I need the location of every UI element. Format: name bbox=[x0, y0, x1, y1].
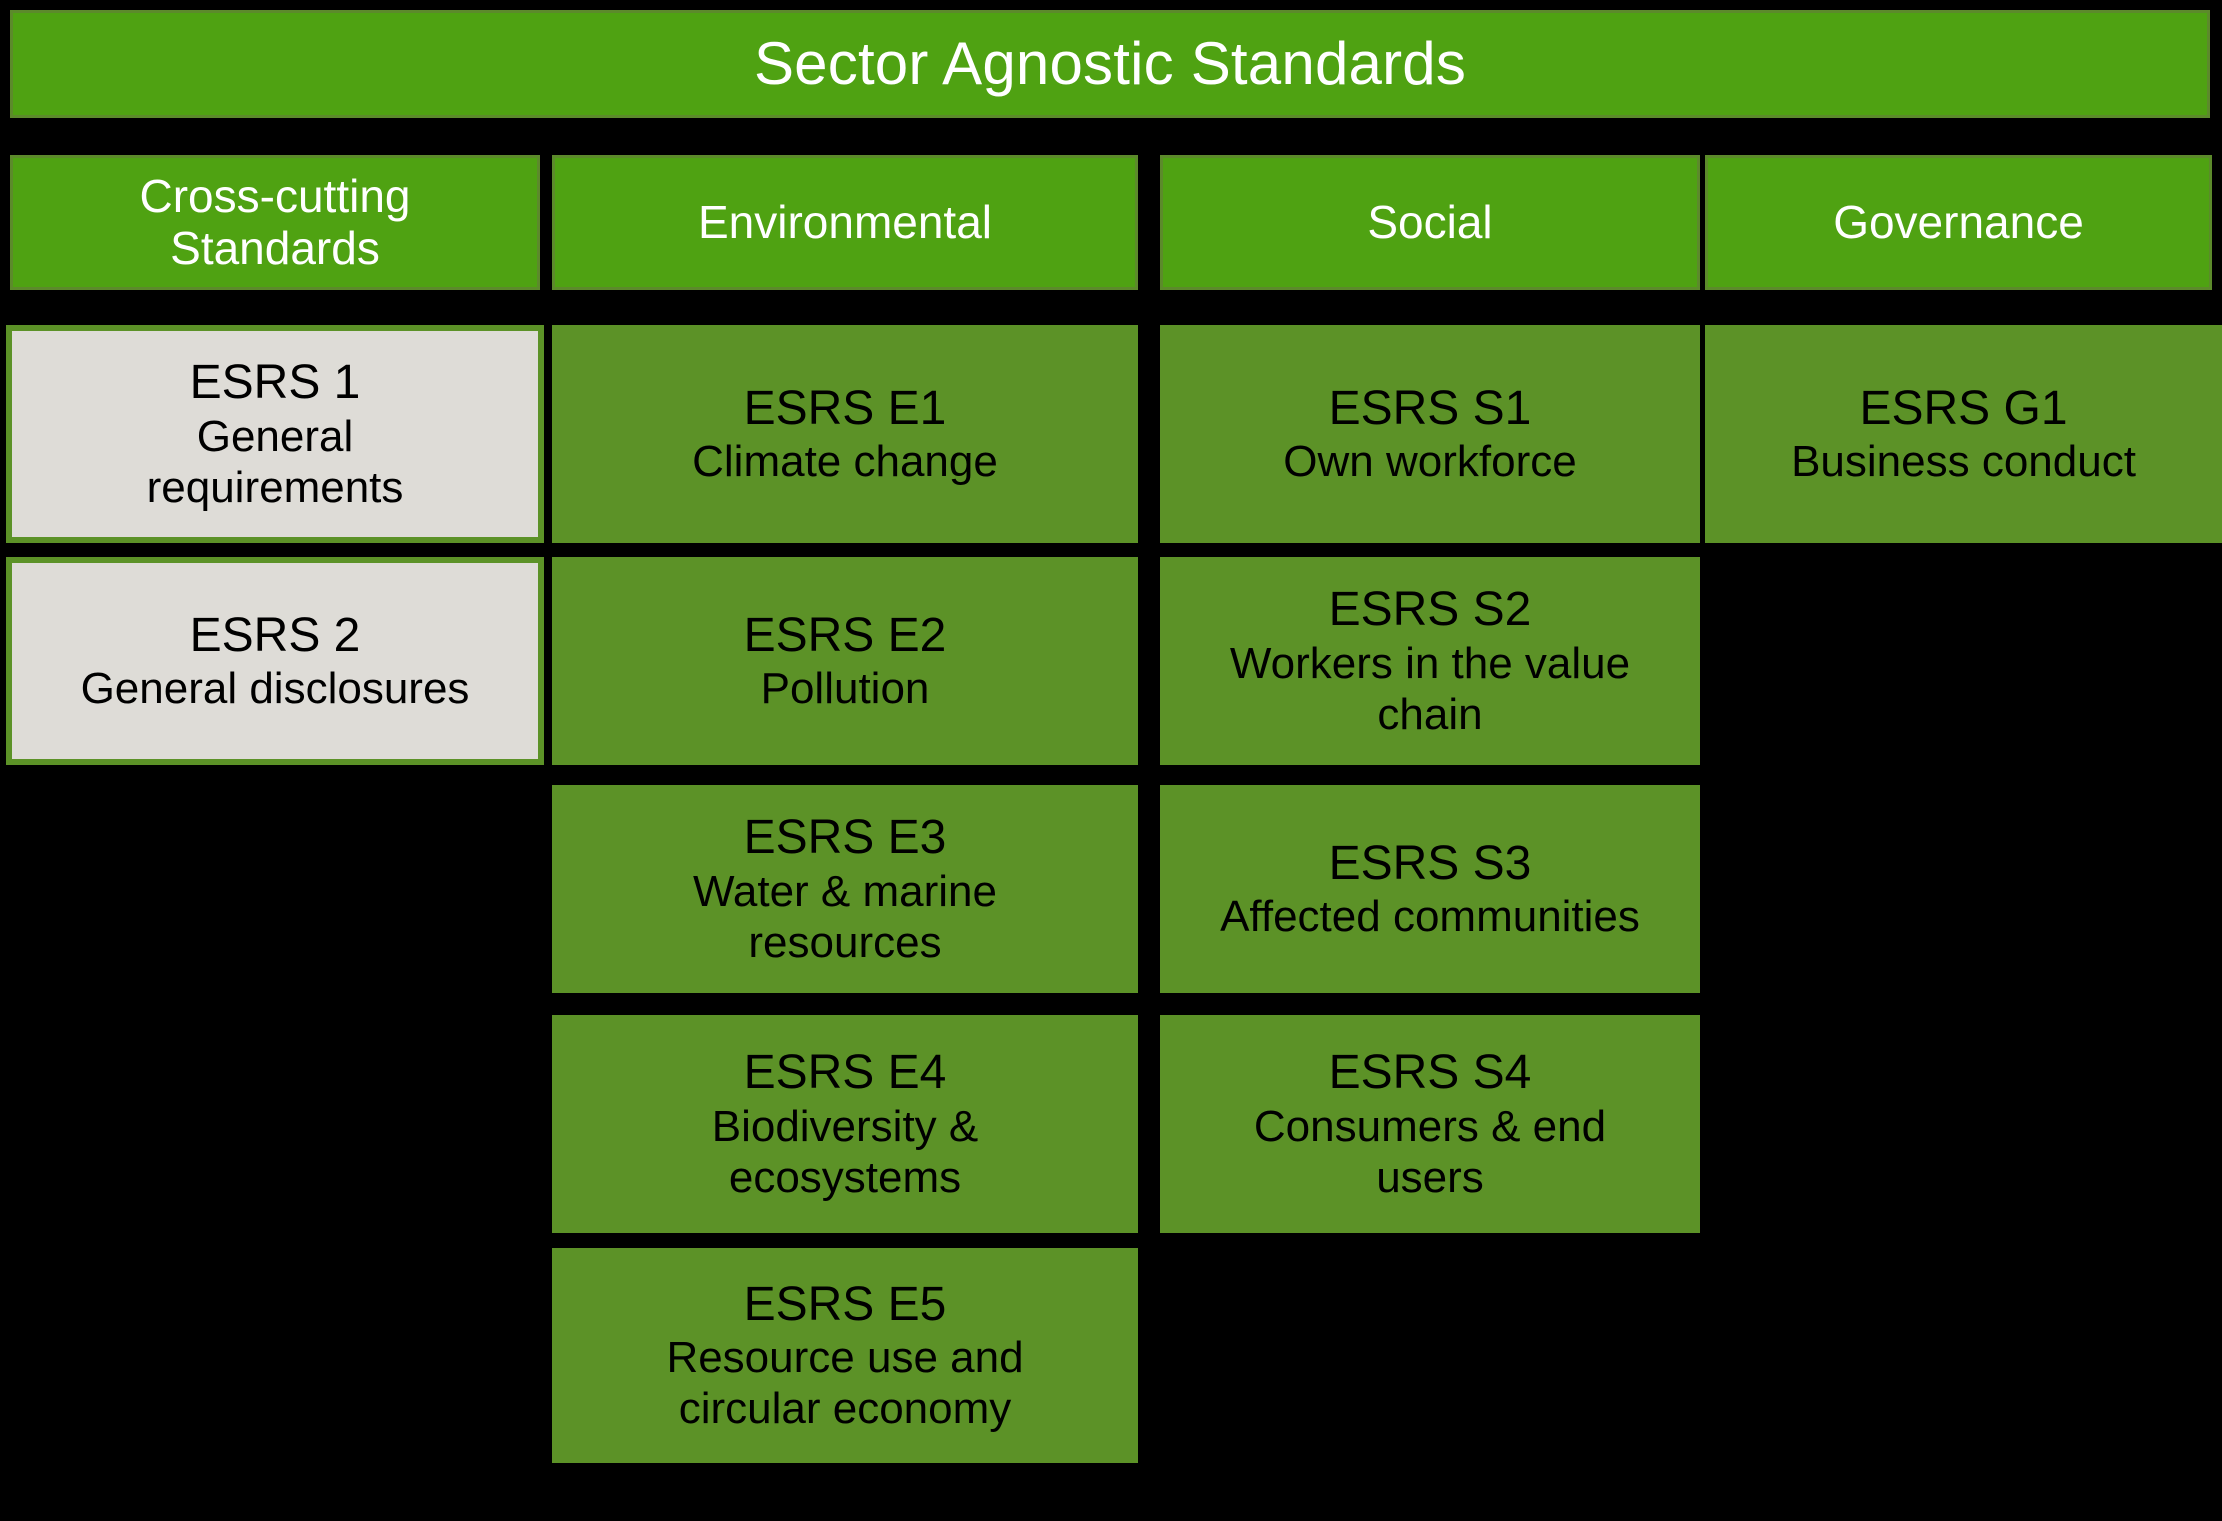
standard-desc-esrs-s2-line2: chain bbox=[1377, 689, 1483, 739]
standard-desc-esrs-e4-line2: ecosystems bbox=[728, 1152, 962, 1202]
column-header-environmental-label: Environmental bbox=[697, 195, 993, 248]
standard-desc-esrs-e1-line1: Climate change bbox=[692, 437, 998, 487]
standard-code-esrs-s2: ESRS S2 bbox=[1328, 583, 1532, 637]
standard-desc-esrs-1-line2: requirements bbox=[146, 462, 404, 512]
column-header-governance: Governance bbox=[1705, 155, 2212, 290]
standard-desc-esrs-s4-line2: users bbox=[1376, 1152, 1484, 1202]
standard-code-esrs-2: ESRS 2 bbox=[189, 608, 361, 662]
banner-title: Sector Agnostic Standards bbox=[753, 30, 1467, 98]
standard-cell-esrs-s4: ESRS S4 Consumers & end users bbox=[1160, 1015, 1700, 1233]
standard-desc-esrs-e3-line2: resources bbox=[748, 917, 942, 967]
standard-cell-esrs-e1: ESRS E1 Climate change bbox=[552, 325, 1138, 543]
standard-code-esrs-s4: ESRS S4 bbox=[1328, 1046, 1532, 1100]
column-header-social-label: Social bbox=[1367, 195, 1493, 248]
standard-code-esrs-1: ESRS 1 bbox=[189, 356, 361, 410]
column-header-cross-cutting-line1: Cross-cutting bbox=[139, 169, 411, 222]
standard-cell-esrs-s2: ESRS S2 Workers in the value chain bbox=[1160, 557, 1700, 765]
standard-code-esrs-e2: ESRS E2 bbox=[743, 608, 947, 662]
standard-code-esrs-s1: ESRS S1 bbox=[1328, 381, 1532, 435]
standard-desc-esrs-e5-line1: Resource use and bbox=[666, 1333, 1024, 1383]
standard-cell-esrs-e2: ESRS E2 Pollution bbox=[552, 557, 1138, 765]
standard-desc-esrs-g1-line1: Business conduct bbox=[1791, 437, 2136, 487]
standard-desc-esrs-e2-line1: Pollution bbox=[760, 664, 930, 714]
standard-desc-esrs-1-line1: General bbox=[196, 411, 354, 461]
standard-cell-esrs-g1: ESRS G1 Business conduct bbox=[1705, 325, 2222, 543]
standard-desc-esrs-2-line1: General disclosures bbox=[80, 664, 470, 714]
diagram-canvas: Sector Agnostic Standards Cross-cutting … bbox=[0, 0, 2222, 1521]
standard-cell-esrs-s1: ESRS S1 Own workforce bbox=[1160, 325, 1700, 543]
column-header-environmental: Environmental bbox=[552, 155, 1138, 290]
standard-desc-esrs-e3-line1: Water & marine bbox=[692, 866, 997, 916]
column-header-governance-label: Governance bbox=[1833, 195, 2084, 248]
column-header-cross-cutting: Cross-cutting Standards bbox=[10, 155, 540, 290]
standard-cell-esrs-e5: ESRS E5 Resource use and circular econom… bbox=[552, 1248, 1138, 1463]
standard-code-esrs-e3: ESRS E3 bbox=[743, 811, 947, 865]
standard-code-esrs-e5: ESRS E5 bbox=[743, 1277, 947, 1331]
standard-desc-esrs-e4-line1: Biodiversity & bbox=[711, 1101, 979, 1151]
standard-cell-esrs-e4: ESRS E4 Biodiversity & ecosystems bbox=[552, 1015, 1138, 1233]
standard-cell-esrs-2: ESRS 2 General disclosures bbox=[6, 557, 544, 765]
column-header-cross-cutting-line2: Standards bbox=[170, 221, 380, 274]
column-header-social: Social bbox=[1160, 155, 1700, 290]
banner-sector-agnostic-standards: Sector Agnostic Standards bbox=[10, 10, 2210, 118]
standard-desc-esrs-s4-line1: Consumers & end bbox=[1253, 1101, 1607, 1151]
standard-desc-esrs-s1-line1: Own workforce bbox=[1283, 437, 1577, 487]
standard-code-esrs-e1: ESRS E1 bbox=[743, 381, 947, 435]
standard-code-esrs-s3: ESRS S3 bbox=[1328, 836, 1532, 890]
standard-code-esrs-g1: ESRS G1 bbox=[1859, 381, 2068, 435]
standard-code-esrs-e4: ESRS E4 bbox=[743, 1046, 947, 1100]
standard-desc-esrs-s2-line1: Workers in the value bbox=[1229, 638, 1631, 688]
standard-cell-esrs-s3: ESRS S3 Affected communities bbox=[1160, 785, 1700, 993]
standard-cell-esrs-e3: ESRS E3 Water & marine resources bbox=[552, 785, 1138, 993]
standard-cell-esrs-1: ESRS 1 General requirements bbox=[6, 325, 544, 543]
standard-desc-esrs-s3-line1: Affected communities bbox=[1220, 892, 1640, 942]
standard-desc-esrs-e5-line2: circular economy bbox=[678, 1384, 1012, 1434]
